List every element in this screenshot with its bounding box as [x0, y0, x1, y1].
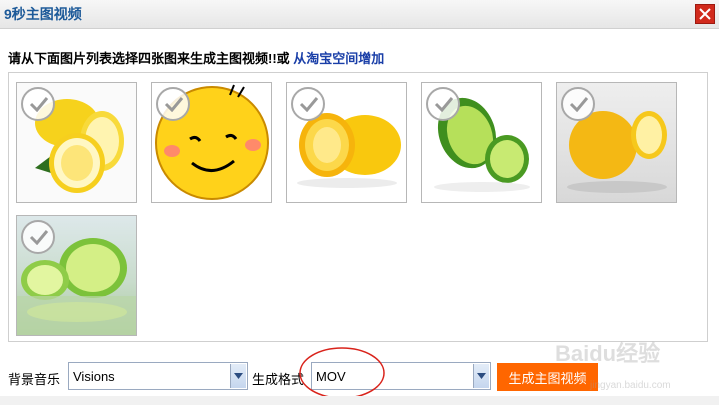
- select-check[interactable]: [156, 87, 190, 121]
- chevron-down-icon: [477, 373, 486, 379]
- dialog-titlebar: 9秒主图视频: [0, 0, 719, 29]
- thumbnail-lemons-halves[interactable]: [16, 82, 137, 203]
- highlight-ellipse: [299, 347, 385, 399]
- select-check[interactable]: [21, 87, 55, 121]
- chevron-down-icon: [234, 373, 243, 379]
- image-gallery: [8, 72, 708, 342]
- checkmark-icon: [569, 97, 589, 112]
- thumbnail-limes-reflection[interactable]: [16, 215, 137, 336]
- checkmark-icon: [29, 230, 49, 245]
- select-check[interactable]: [561, 87, 595, 121]
- music-dropdown-arrow[interactable]: [230, 364, 246, 388]
- thumbnail-lemon-on-table[interactable]: [556, 82, 677, 203]
- checkmark-icon: [29, 97, 49, 112]
- baidu-watermark: Baidu经验: [555, 341, 661, 366]
- thumbnail-lemon-slice[interactable]: [286, 82, 407, 203]
- select-check[interactable]: [426, 87, 460, 121]
- page-below-strip: [0, 396, 719, 405]
- music-select[interactable]: Visions: [68, 362, 248, 390]
- close-icon: [699, 8, 711, 20]
- instruction-text: 请从下面图片列表选择四张图来生成主图视频!!或 从淘宝空间增加: [8, 48, 384, 67]
- dialog-title: 9秒主图视频: [4, 6, 82, 22]
- format-dropdown-arrow[interactable]: [473, 364, 489, 388]
- music-value: Visions: [73, 369, 115, 384]
- baidu-watermark-url: jingyan.baidu.com: [590, 380, 671, 391]
- music-label: 背景音乐: [8, 372, 61, 387]
- thumbnail-smiley-face[interactable]: [151, 82, 272, 203]
- thumbnail-lime-halves[interactable]: [421, 82, 542, 203]
- taobao-space-link[interactable]: 从淘宝空间增加: [293, 51, 384, 66]
- instruction-label: 请从下面图片列表选择四张图来生成主图视频!!或: [8, 51, 294, 66]
- select-check[interactable]: [291, 87, 325, 121]
- close-button[interactable]: [695, 4, 715, 24]
- checkmark-icon: [164, 97, 184, 112]
- checkmark-icon: [434, 97, 454, 112]
- select-check[interactable]: [21, 220, 55, 254]
- checkmark-icon: [299, 97, 319, 112]
